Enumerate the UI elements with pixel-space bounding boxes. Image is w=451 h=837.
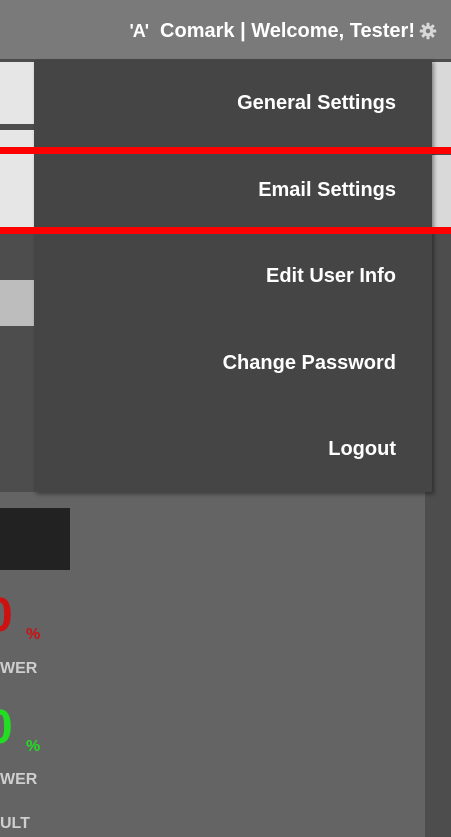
page-field-1 (0, 62, 34, 124)
page-field-2 (0, 130, 34, 230)
menu-item-logout[interactable]: Logout (328, 438, 396, 461)
settings-dropdown-menu: General Settings Email Settings Edit Use… (34, 60, 432, 492)
stat-value-2: 0 (0, 704, 13, 752)
antenna-icon: 'A' (129, 21, 149, 41)
stat-unit-1: % (26, 626, 41, 643)
stat-label-1: WER (0, 660, 38, 677)
top-header-bar: 'A' Comark | Welcome, Tester! (0, 0, 451, 60)
menu-item-general-settings[interactable]: General Settings (237, 92, 396, 115)
stat-label-2: WER (0, 771, 38, 788)
stat-unit-2: % (26, 738, 41, 755)
highlight-line-bottom (0, 227, 451, 234)
highlight-line-top (0, 147, 451, 154)
menu-item-email-settings[interactable]: Email Settings (258, 179, 396, 202)
status-dark-box (0, 508, 70, 570)
gear-icon[interactable] (419, 22, 437, 40)
welcome-title: 'A' Comark | Welcome, Tester! (129, 20, 415, 43)
stat-value-1: 0 (0, 592, 13, 640)
menu-item-edit-user-info[interactable]: Edit User Info (266, 265, 396, 288)
footer-label: ULT (0, 815, 30, 832)
welcome-text: Comark | Welcome, Tester! (160, 20, 415, 42)
menu-item-change-password[interactable]: Change Password (223, 352, 396, 375)
page-field-3 (0, 280, 34, 326)
